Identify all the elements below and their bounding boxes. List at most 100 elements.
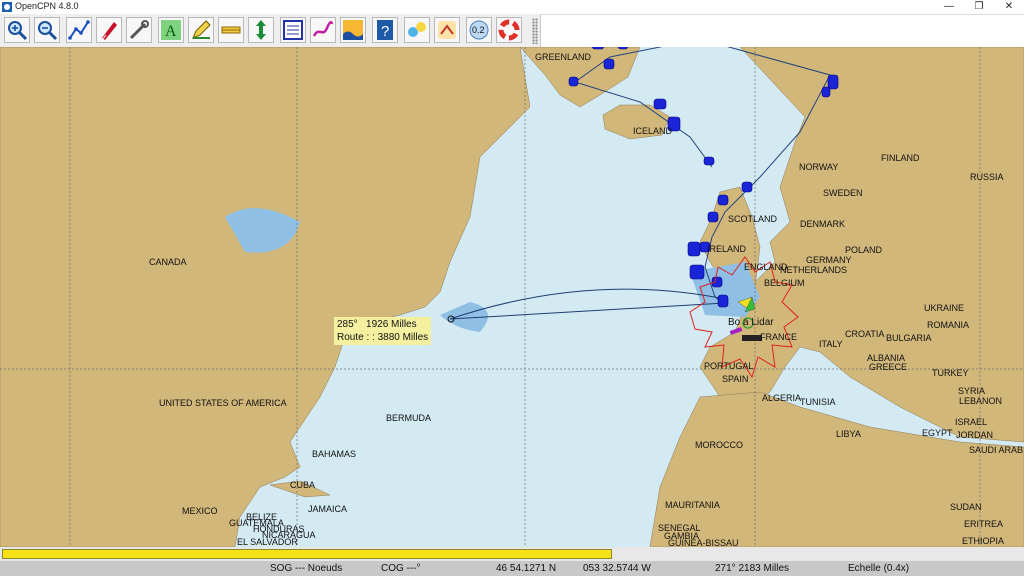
scale-button[interactable] xyxy=(218,17,244,43)
lifebuoy-icon xyxy=(498,19,520,41)
bearing-distance-readout: 271° 2183 Milles xyxy=(715,563,790,574)
tide-button[interactable] xyxy=(340,17,366,43)
depth-icon: 0.2 xyxy=(469,20,489,40)
scale-icon xyxy=(221,26,241,34)
map-label: POLAND xyxy=(845,245,883,255)
route-info-box: 285° 1926 Milles Route : : 3880 Milles xyxy=(334,317,432,345)
ship-button[interactable] xyxy=(96,17,122,43)
map-label: BERMUDA xyxy=(386,413,432,423)
map-label: SCOTLAND xyxy=(728,214,778,224)
vessel-label-box xyxy=(742,335,762,341)
zoom-out-icon xyxy=(38,21,58,41)
pencil-icon xyxy=(192,20,211,39)
map-label: RUSSIA xyxy=(970,172,1004,182)
map-label: MAURITANIA xyxy=(665,500,720,510)
title-bar: OpenCPN 4.8.0 — ❐ ✕ xyxy=(0,0,1024,15)
map-label: JAMAICA xyxy=(308,504,348,514)
map-label: SWEDEN xyxy=(823,188,863,198)
vertical-button[interactable] xyxy=(248,17,274,43)
toolbar-grip[interactable] xyxy=(532,18,538,44)
anchor-text-button[interactable]: A xyxy=(158,17,184,43)
map-label: BAHAMAS xyxy=(312,449,357,459)
progress-track xyxy=(2,549,612,559)
lifebuoy-button[interactable] xyxy=(496,17,522,43)
help-button[interactable]: ? xyxy=(372,17,398,43)
zoom-in-icon xyxy=(8,21,28,41)
map-label: MEXICO xyxy=(182,506,218,516)
zoom-out-button[interactable] xyxy=(34,17,60,43)
measure-button[interactable] xyxy=(434,17,460,43)
map-label: BULGARIA xyxy=(886,333,932,343)
map-label: SPAIN xyxy=(722,374,749,384)
main-toolbar: A ? 0.2 xyxy=(0,14,541,48)
map-label: MOROCCO xyxy=(695,440,743,450)
map-label: LEBANON xyxy=(959,396,1003,406)
map-label: TURKEY xyxy=(932,368,969,378)
route-total-distance: Route : : 3880 Milles xyxy=(337,332,429,343)
status-bar: SOG --- Noeuds COG ---° 46 54.1271 N 053… xyxy=(0,561,1024,576)
anchor-text-icon: A xyxy=(161,20,181,40)
vertical-icon xyxy=(256,20,266,40)
opencpn-logo-icon xyxy=(2,2,12,12)
map-label: ERITREA xyxy=(964,519,1004,529)
svg-text:A: A xyxy=(165,23,177,40)
minimize-button[interactable]: — xyxy=(934,0,964,14)
map-label: GERMANY xyxy=(806,255,852,265)
scale-readout: Echelle (0.4x) xyxy=(848,563,910,574)
map-label: UKRAINE xyxy=(924,303,965,313)
longitude-readout: 053 32.5744 W xyxy=(583,563,651,574)
map-label: ALGERIA xyxy=(762,393,802,403)
help-icon: ? xyxy=(377,20,393,40)
measure-icon xyxy=(438,21,456,39)
map-label: SUDAN xyxy=(950,502,982,512)
svg-text:0.2: 0.2 xyxy=(472,25,485,35)
map-label: PORTUGAL xyxy=(704,361,754,371)
vessel-label: Bo a Lidar xyxy=(728,317,774,328)
cog-readout: COG ---° xyxy=(381,563,421,574)
restore-button[interactable]: ❐ xyxy=(964,0,994,14)
tools-button[interactable] xyxy=(126,17,152,43)
map-label: FRANCE xyxy=(760,332,798,342)
map-label: JORDAN xyxy=(956,430,994,440)
tools-icon xyxy=(129,20,149,40)
map-label: EGYPT xyxy=(922,428,953,438)
map-label: DENMARK xyxy=(800,219,846,229)
chart-canvas[interactable]: GREENLAND ICELAND CANADA UNITED STATES O… xyxy=(0,47,1024,547)
map-label: ROMANIA xyxy=(927,320,970,330)
map-label: CUBA xyxy=(290,480,316,490)
route-button[interactable] xyxy=(66,17,92,43)
latitude-readout: 46 54.1271 N xyxy=(496,563,557,574)
map-label: UNITED STATES OF AMERICA xyxy=(159,398,287,408)
map-label: ETHIOPIA xyxy=(962,536,1005,546)
map-label: NORWAY xyxy=(799,162,839,172)
zoom-in-button[interactable] xyxy=(4,17,30,43)
settings-icon xyxy=(408,22,426,37)
map-label: GREECE xyxy=(869,362,908,372)
rhumb-line xyxy=(449,302,726,320)
world-map xyxy=(0,47,1024,547)
progress-fill xyxy=(3,550,611,558)
sog-readout: SOG --- Noeuds xyxy=(270,563,343,574)
window-title: OpenCPN 4.8.0 xyxy=(15,1,79,11)
map-label: ISRAEL xyxy=(955,417,988,427)
great-circle-arc xyxy=(449,288,726,320)
route-bearing-distance: 285° 1926 Milles xyxy=(337,319,417,330)
map-label: BELGIUM xyxy=(764,278,805,288)
map-label: ITALY xyxy=(819,339,843,349)
map-label: EL SALVADOR xyxy=(237,537,298,547)
track-button[interactable] xyxy=(310,17,336,43)
map-label: GUINEA-BISSAU xyxy=(668,538,739,547)
map-label: FINLAND xyxy=(881,153,920,163)
map-label: LIBYA xyxy=(836,429,861,439)
depth-button[interactable]: 0.2 xyxy=(466,17,492,43)
map-label: TUNISIA xyxy=(800,397,836,407)
map-label: GREENLAND xyxy=(535,52,592,62)
track-icon xyxy=(312,21,334,37)
checklist-icon xyxy=(283,20,303,40)
pencil-button[interactable] xyxy=(188,17,214,43)
settings-button[interactable] xyxy=(404,17,430,43)
map-label: NETHERLANDS xyxy=(780,265,848,275)
close-button[interactable]: ✕ xyxy=(994,0,1024,14)
checklist-button[interactable] xyxy=(280,17,306,43)
svg-text:?: ? xyxy=(381,23,389,40)
